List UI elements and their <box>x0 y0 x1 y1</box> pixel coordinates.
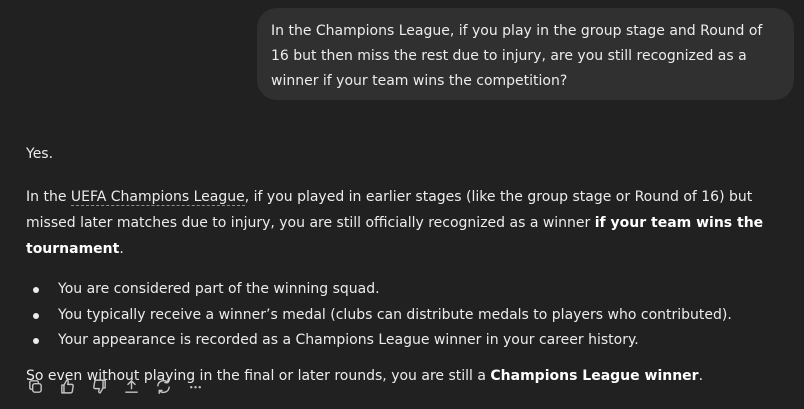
list-item: You are considered part of the winning s… <box>26 277 796 303</box>
intro-text-start: In the <box>26 189 71 205</box>
bullet-text: Your appearance is recorded as a Champio… <box>58 332 639 348</box>
bad-response-button[interactable] <box>88 375 110 397</box>
bullet-dot-icon <box>33 287 39 293</box>
more-options-button[interactable] <box>184 375 206 397</box>
user-message-bubble: In the Champions League, if you play in … <box>257 8 794 100</box>
answer-short: Yes. <box>26 146 54 162</box>
regenerate-icon <box>156 378 170 394</box>
answer-bullet-list: You are considered part of the winning s… <box>26 277 796 354</box>
chat-page: In the Champions League, if you play in … <box>0 0 804 409</box>
thumbs-up-icon <box>60 378 74 394</box>
copy-icon <box>28 379 42 393</box>
list-item: You typically receive a winner’s medal (… <box>26 303 796 329</box>
assistant-message: Yes. In the UEFA Champions League, if yo… <box>26 142 796 389</box>
bullet-text: You typically receive a winner’s medal (… <box>58 306 732 323</box>
thumbs-down-icon <box>92 378 106 394</box>
answer-intro-paragraph: In the UEFA Champions League, if you pla… <box>26 184 796 262</box>
bullet-dot-icon <box>33 338 39 344</box>
bullet-text: You are considered part of the winning s… <box>58 281 380 297</box>
user-message-text: In the Champions League, if you play in … <box>271 23 763 89</box>
conclusion-bold-text: Champions League winner <box>490 367 699 384</box>
conclusion-end: . <box>698 367 704 384</box>
uefa-champions-league-link[interactable]: UEFA Champions League <box>70 189 245 206</box>
more-icon <box>189 385 201 388</box>
share-button[interactable] <box>120 375 142 397</box>
regenerate-button[interactable] <box>152 375 174 397</box>
share-icon <box>124 379 138 393</box>
copy-button[interactable] <box>24 375 46 397</box>
list-item: Your appearance is recorded as a Champio… <box>26 328 796 354</box>
good-response-button[interactable] <box>56 375 78 397</box>
message-actions-bar <box>24 374 216 398</box>
intro-text-end: . <box>119 241 124 257</box>
bullet-dot-icon <box>33 312 39 319</box>
